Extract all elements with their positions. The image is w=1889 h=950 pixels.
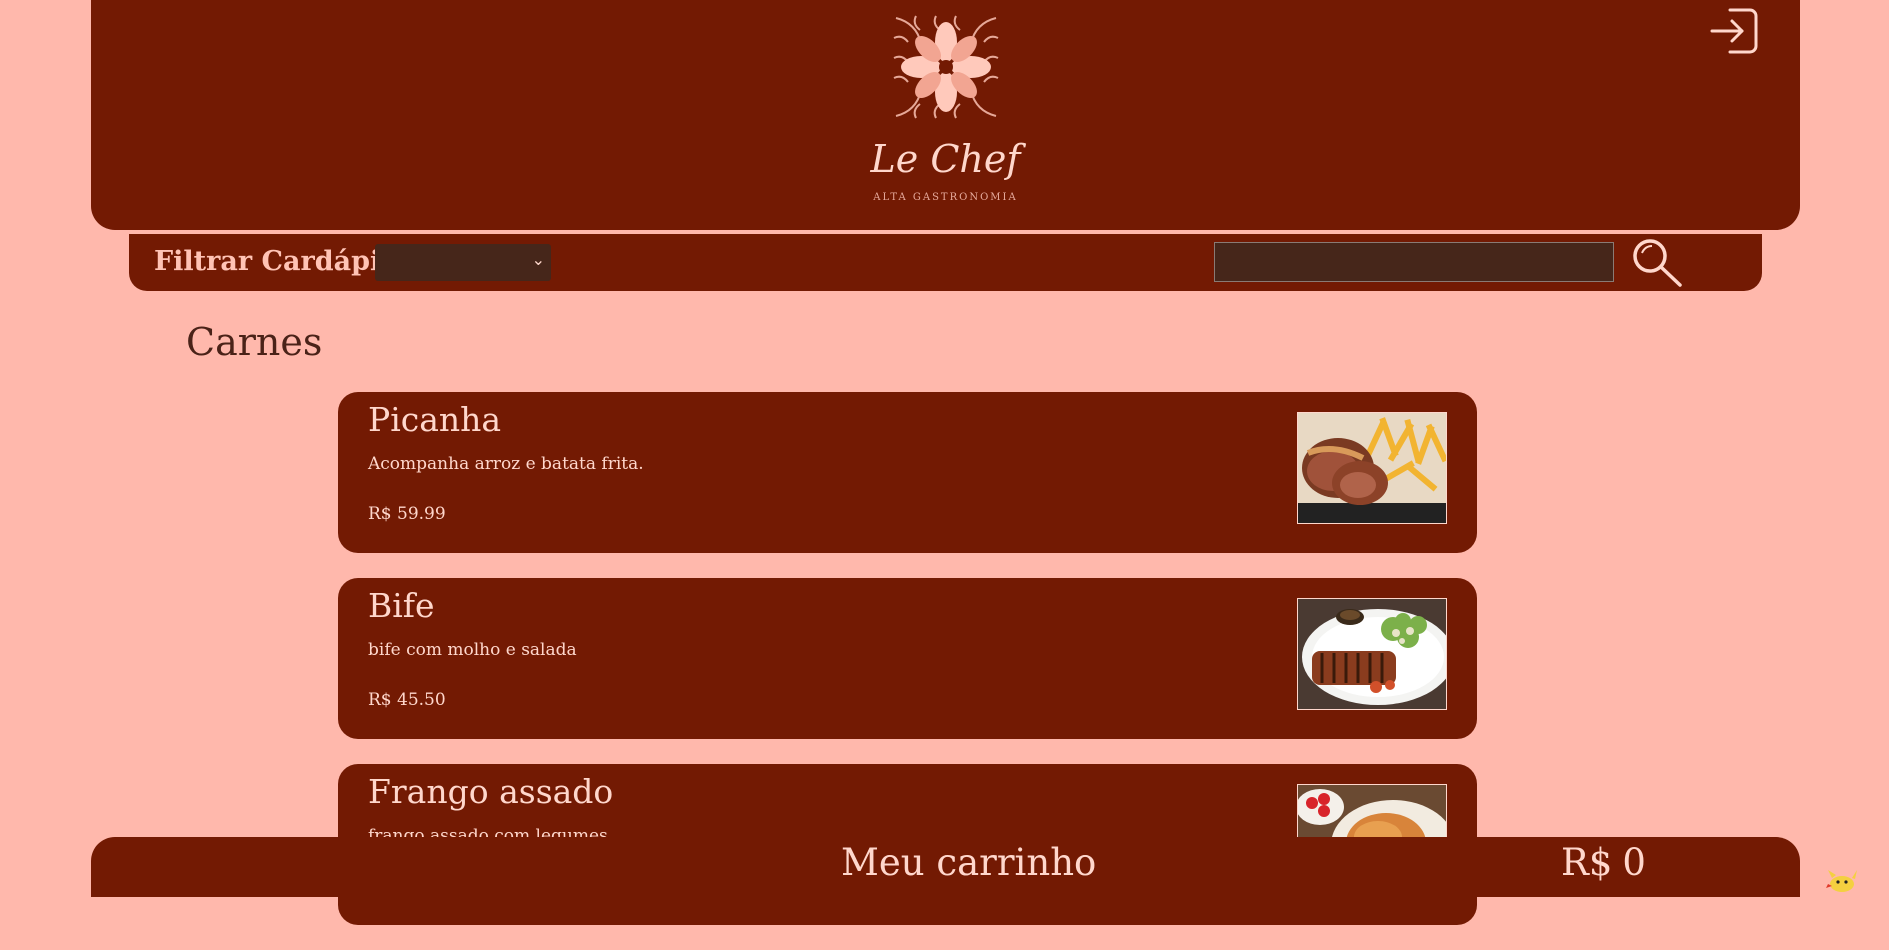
search-input[interactable] <box>1214 242 1614 282</box>
chevron-down-icon: ⌄ <box>531 250 545 269</box>
menu-item-name: Frango assado <box>368 772 614 811</box>
brand-logo: Le Chef ALTA GASTRONOMIA <box>846 8 1046 203</box>
menu-item-card[interactable]: Bife bife com molho e salada R$ 45.50 <box>338 578 1477 739</box>
menu-item-name: Picanha <box>368 400 502 439</box>
menu-item-description: Acompanha arroz e batata frita. <box>368 454 644 474</box>
magnifier-icon <box>1633 239 1682 287</box>
menu-item-description: bife com molho e salada <box>368 640 577 660</box>
section-title: Carnes <box>186 320 323 364</box>
site-header: Le Chef ALTA GASTRONOMIA <box>91 0 1800 230</box>
cart-total: R$ 0 <box>1561 839 1646 887</box>
steak-salad-photo <box>1297 598 1447 710</box>
menu-item-price: R$ 59.99 <box>368 504 446 524</box>
ornamental-flower-icon <box>893 15 998 119</box>
menu-item-card[interactable]: Picanha Acompanha arroz e batata frita. … <box>338 392 1477 553</box>
login-button[interactable] <box>1708 6 1760 56</box>
cart-bar[interactable]: Meu carrinho R$ 0 <box>91 837 1800 897</box>
filter-label: Filtrar Cardápio: <box>154 246 409 277</box>
cart-title: Meu carrinho <box>841 841 1097 884</box>
search-button[interactable] <box>1630 236 1684 288</box>
cart-currency: R$ <box>1561 841 1613 884</box>
cart-total-value: 0 <box>1622 841 1646 884</box>
login-arrow-icon <box>1710 8 1758 54</box>
category-select[interactable]: ⌄ <box>375 244 551 281</box>
brand-name: Le Chef <box>870 137 1021 181</box>
filter-bar: Filtrar Cardápio: ⌄ <box>129 234 1762 291</box>
menu-item-name: Bife <box>368 586 435 625</box>
mascot-icon <box>1826 868 1860 892</box>
picanha-fries-photo <box>1297 412 1447 524</box>
menu-item-price: R$ 45.50 <box>368 690 446 710</box>
brand-tagline: ALTA GASTRONOMIA <box>873 192 1018 203</box>
